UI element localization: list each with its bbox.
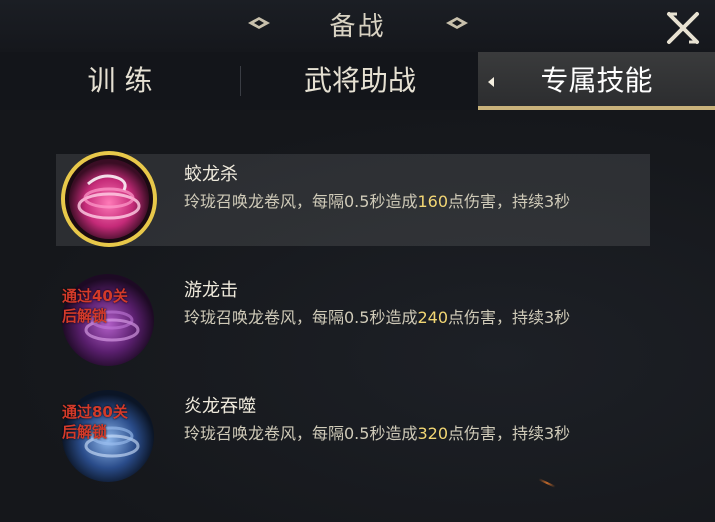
unlock-requirement: 通过40关后解锁 (62, 287, 128, 325)
close-icon[interactable] (665, 10, 701, 46)
skill-description: 玲珑召唤龙卷风，每隔0.5秒造成160点伤害，持续3秒 (184, 192, 571, 211)
pink-dragon-vortex-icon (61, 151, 157, 247)
left-arrow-icon (488, 77, 494, 87)
skill-item[interactable]: 通过40关后解锁 游龙击 玲珑召唤龙卷风，每隔0.5秒造成240点伤害，持续3秒 (56, 270, 650, 366)
unlock-requirement: 通过80关后解锁 (62, 403, 128, 441)
ember-spark (538, 478, 556, 488)
skill-item[interactable]: 蛟龙杀 玲珑召唤龙卷风，每隔0.5秒造成160点伤害，持续3秒 (56, 151, 650, 247)
skill-name: 游龙击 (184, 280, 238, 301)
damage-value: 320 (417, 424, 448, 443)
tab-label: 武将助战 (303, 64, 416, 97)
title-bar: 备战 (0, 0, 715, 52)
ornament-right-icon (446, 17, 468, 29)
tab-divider (240, 66, 241, 96)
skill-item[interactable]: 通过80关后解锁 炎龙吞噬 玲珑召唤龙卷风，每隔0.5秒造成320点伤害，持续3… (56, 386, 650, 482)
tab-training[interactable]: 训 练 (40, 52, 200, 110)
skill-list: 蛟龙杀 玲珑召唤龙卷风，每隔0.5秒造成160点伤害，持续3秒 通过40关后解锁… (0, 110, 715, 522)
tab-label: 训 练 (87, 64, 153, 97)
page-title: 备战 (329, 12, 386, 42)
skill-description: 玲珑召唤龙卷风，每隔0.5秒造成240点伤害，持续3秒 (184, 308, 571, 327)
damage-value: 240 (417, 308, 448, 327)
tab-bar: 训 练 武将助战 专属技能 (0, 52, 715, 110)
skill-name: 炎龙吞噬 (184, 396, 256, 417)
skill-name: 蛟龙杀 (184, 164, 238, 185)
tab-general-assist[interactable]: 武将助战 (260, 52, 460, 110)
tab-label: 专属技能 (540, 64, 653, 97)
skill-description: 玲珑召唤龙卷风，每隔0.5秒造成320点伤害，持续3秒 (184, 424, 571, 443)
tab-exclusive-skills[interactable]: 专属技能 (478, 52, 715, 110)
damage-value: 160 (417, 192, 448, 211)
